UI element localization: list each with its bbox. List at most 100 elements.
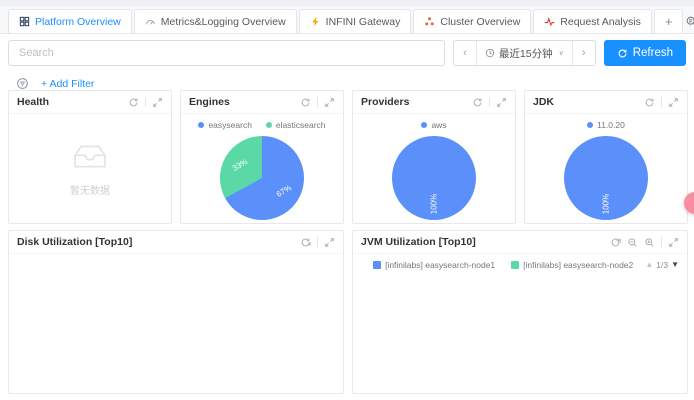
legend-dot [198, 122, 204, 128]
time-next-button[interactable]: › [573, 41, 595, 65]
tab-metrics-logging-overview[interactable]: Metrics&Logging Overview [134, 9, 297, 33]
legend-page-indicator: 1/3 [656, 260, 668, 270]
chart-legend: easysearch elasticsearch [198, 117, 325, 133]
search-input[interactable] [8, 40, 445, 66]
tab-label: INFINI Gateway [326, 16, 401, 28]
empty-text: 暂无数据 [70, 182, 110, 197]
tab-request-analysis[interactable]: Request Analysis [533, 9, 652, 33]
pie[interactable]: 100% [564, 136, 648, 220]
gauge-icon [145, 16, 156, 27]
add-tab-button[interactable]: + [654, 9, 684, 33]
add-tab-label: + [665, 14, 673, 29]
search-dashboard-icon[interactable] [685, 15, 694, 28]
divider [489, 97, 490, 107]
panel-refresh-icon[interactable]: 0%1%2%3%4%...[easysearch-node1]...[easys… [300, 237, 311, 248]
divider [661, 97, 662, 107]
panel-engines: Engines easysearch elasticsearch 67%33% [180, 90, 344, 224]
panel-title: JDK [533, 96, 554, 108]
chart-legend: aws [421, 117, 446, 133]
legend-label: [infinilabs] easysearch-node2 [523, 260, 633, 270]
line-chart[interactable] [353, 273, 687, 394]
legend-label: elasticsearch [276, 120, 326, 130]
panel-providers: Providers aws 100% [352, 90, 516, 224]
time-prev-button[interactable]: ‹ [454, 41, 476, 65]
legend-label: [infinilabs] easysearch-node1 [385, 260, 495, 270]
tabbar-action-icons [685, 15, 694, 33]
pie-slice-label: 67% [275, 183, 293, 199]
divider [317, 237, 318, 247]
dashboard-icon [19, 16, 30, 27]
tab-cluster-overview[interactable]: Cluster Overview [413, 9, 531, 33]
panel-header: Health [9, 91, 171, 114]
cluster-icon [424, 16, 435, 27]
panel-jdk: JDK 11.0.20 100% [524, 90, 688, 224]
tab-label: Request Analysis [560, 16, 641, 28]
chart-legend: [infinilabs] easysearch-node1 [infinilabs… [361, 260, 645, 270]
pie-chart: easysearch elasticsearch 67%33% [181, 114, 343, 224]
lightning-icon [310, 16, 321, 27]
panel-refresh-icon[interactable]: 0246821:55:0021:58:3022:01:0022:04:0022:… [610, 237, 621, 248]
filter-icon[interactable] [16, 77, 29, 90]
legend-item[interactable]: easysearch [198, 120, 251, 130]
time-range-selector[interactable]: 最近15分钟 ∨ [476, 41, 573, 65]
panel-disk-utilization: Disk Utilization [Top10] 0%1%2%3%4%...[e… [8, 230, 344, 394]
zoom-out-icon[interactable] [627, 237, 638, 248]
add-filter-link[interactable]: + Add Filter [41, 78, 94, 90]
legend-page-up-icon[interactable]: ▲ [645, 260, 653, 269]
pie-slice-label: 100% [602, 194, 611, 214]
legend-item[interactable]: 11.0.20 [587, 120, 625, 130]
pie-chart: aws 100% [353, 114, 515, 224]
legend-item[interactable]: [infinilabs] easysearch-node1 [373, 260, 495, 270]
legend-item[interactable]: [infinilabs] easysearch-node2 [511, 260, 633, 270]
panel-expand-icon[interactable] [496, 97, 507, 108]
tab-platform-overview[interactable]: Platform Overview [8, 9, 132, 33]
divider [661, 237, 662, 247]
query-toolbar: ‹ 最近15分钟 ∨ › Refresh [0, 34, 694, 71]
panel-health: Health 暂无数据 [8, 90, 172, 224]
tab-label: Cluster Overview [440, 16, 520, 28]
panel-header: JDK [525, 91, 687, 114]
panel-header: JVM Utilization [Top10] 0246821:55:0021:… [353, 231, 687, 254]
legend-label: 11.0.20 [597, 120, 625, 130]
panel-title: Providers [361, 96, 409, 108]
panel-expand-icon[interactable] [324, 97, 335, 108]
zoom-in-icon[interactable] [644, 237, 655, 248]
svg-text:4%: 4% [308, 241, 311, 247]
legend-pager: ▲ 1/3 ▼ [645, 260, 679, 270]
panel-expand-icon[interactable] [152, 97, 163, 108]
pie[interactable]: 67%33% [220, 136, 304, 220]
line-chart-legend-row: [infinilabs] easysearch-node1 [infinilabs… [353, 256, 687, 273]
panel-expand-icon[interactable] [668, 97, 679, 108]
dashboard-tab-bar: Platform Overview Metrics&Logging Overvi… [0, 6, 694, 34]
legend-label: aws [431, 120, 446, 130]
legend-item[interactable]: elasticsearch [266, 120, 326, 130]
pie[interactable]: 100% [392, 136, 476, 220]
chevron-down-icon: ∨ [559, 49, 564, 57]
panel-refresh-icon[interactable] [472, 97, 483, 108]
panel-expand-icon[interactable] [668, 237, 679, 248]
panel-refresh-icon[interactable] [644, 97, 655, 108]
legend-item[interactable]: aws [421, 120, 446, 130]
legend-swatch [511, 261, 519, 269]
time-range-group: ‹ 最近15分钟 ∨ › [453, 40, 596, 66]
tab-label: Platform Overview [35, 16, 121, 28]
bar-chart[interactable] [9, 254, 343, 395]
empty-state: 暂无数据 [9, 114, 171, 224]
tab-label: Metrics&Logging Overview [161, 16, 286, 28]
panel-title: Engines [189, 96, 230, 108]
legend-label: easysearch [208, 120, 251, 130]
panel-header: Providers [353, 91, 515, 114]
panel-refresh-icon[interactable] [300, 97, 311, 108]
panel-refresh-icon[interactable] [128, 97, 139, 108]
panel-header: Engines [181, 91, 343, 114]
pie-slice-label: 100% [430, 194, 439, 214]
chart-legend: 11.0.20 [587, 117, 625, 133]
clock-icon [485, 48, 495, 58]
legend-page-down-icon[interactable]: ▼ [671, 260, 679, 269]
legend-swatch [373, 261, 381, 269]
refresh-button[interactable]: Refresh [604, 40, 686, 66]
activity-icon [544, 16, 555, 27]
panel-title: JVM Utilization [Top10] [361, 236, 476, 248]
tab-infini-gateway[interactable]: INFINI Gateway [299, 9, 412, 33]
panel-expand-icon[interactable] [324, 237, 335, 248]
